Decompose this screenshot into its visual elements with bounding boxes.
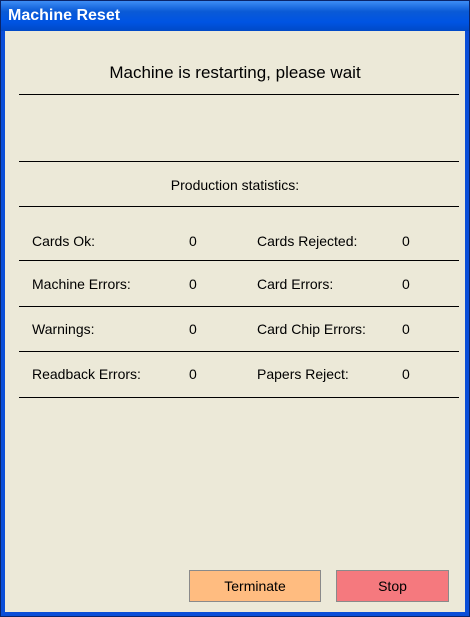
warnings-value: 0 <box>189 321 197 337</box>
divider <box>19 260 459 261</box>
machine-errors-value: 0 <box>189 276 197 292</box>
machine-reset-window: Machine Reset Machine is restarting, ple… <box>0 0 470 617</box>
machine-errors-label: Machine Errors: <box>32 276 131 292</box>
divider <box>19 94 459 95</box>
papers-reject-label: Papers Reject: <box>257 366 349 382</box>
divider <box>19 397 459 398</box>
production-statistics-title: Production statistics: <box>170 177 300 193</box>
card-errors-label: Card Errors: <box>257 276 334 292</box>
cards-rejected-label: Cards Rejected: <box>257 233 358 249</box>
window-frame-left <box>1 31 5 614</box>
papers-reject-value: 0 <box>402 366 410 382</box>
cards-ok-value: 0 <box>189 233 197 249</box>
warnings-label: Warnings: <box>32 321 95 337</box>
card-chip-errors-value: 0 <box>402 321 410 337</box>
cards-rejected-value: 0 <box>402 233 410 249</box>
title-bar[interactable]: Machine Reset <box>1 1 469 31</box>
divider <box>19 306 459 307</box>
divider <box>19 206 459 207</box>
stop-button[interactable]: Stop <box>336 570 449 602</box>
readback-errors-value: 0 <box>189 366 197 382</box>
card-chip-errors-label: Card Chip Errors: <box>257 321 366 337</box>
card-errors-value: 0 <box>402 276 410 292</box>
readback-errors-label: Readback Errors: <box>32 366 141 382</box>
divider <box>19 161 459 162</box>
window-title: Machine Reset <box>8 7 121 24</box>
window-frame-right <box>465 31 469 614</box>
window-frame-bottom <box>1 612 469 616</box>
terminate-button[interactable]: Terminate <box>189 570 321 602</box>
cards-ok-label: Cards Ok: <box>32 233 96 249</box>
divider <box>19 351 459 352</box>
status-message: Machine is restarting, please wait <box>109 63 361 82</box>
